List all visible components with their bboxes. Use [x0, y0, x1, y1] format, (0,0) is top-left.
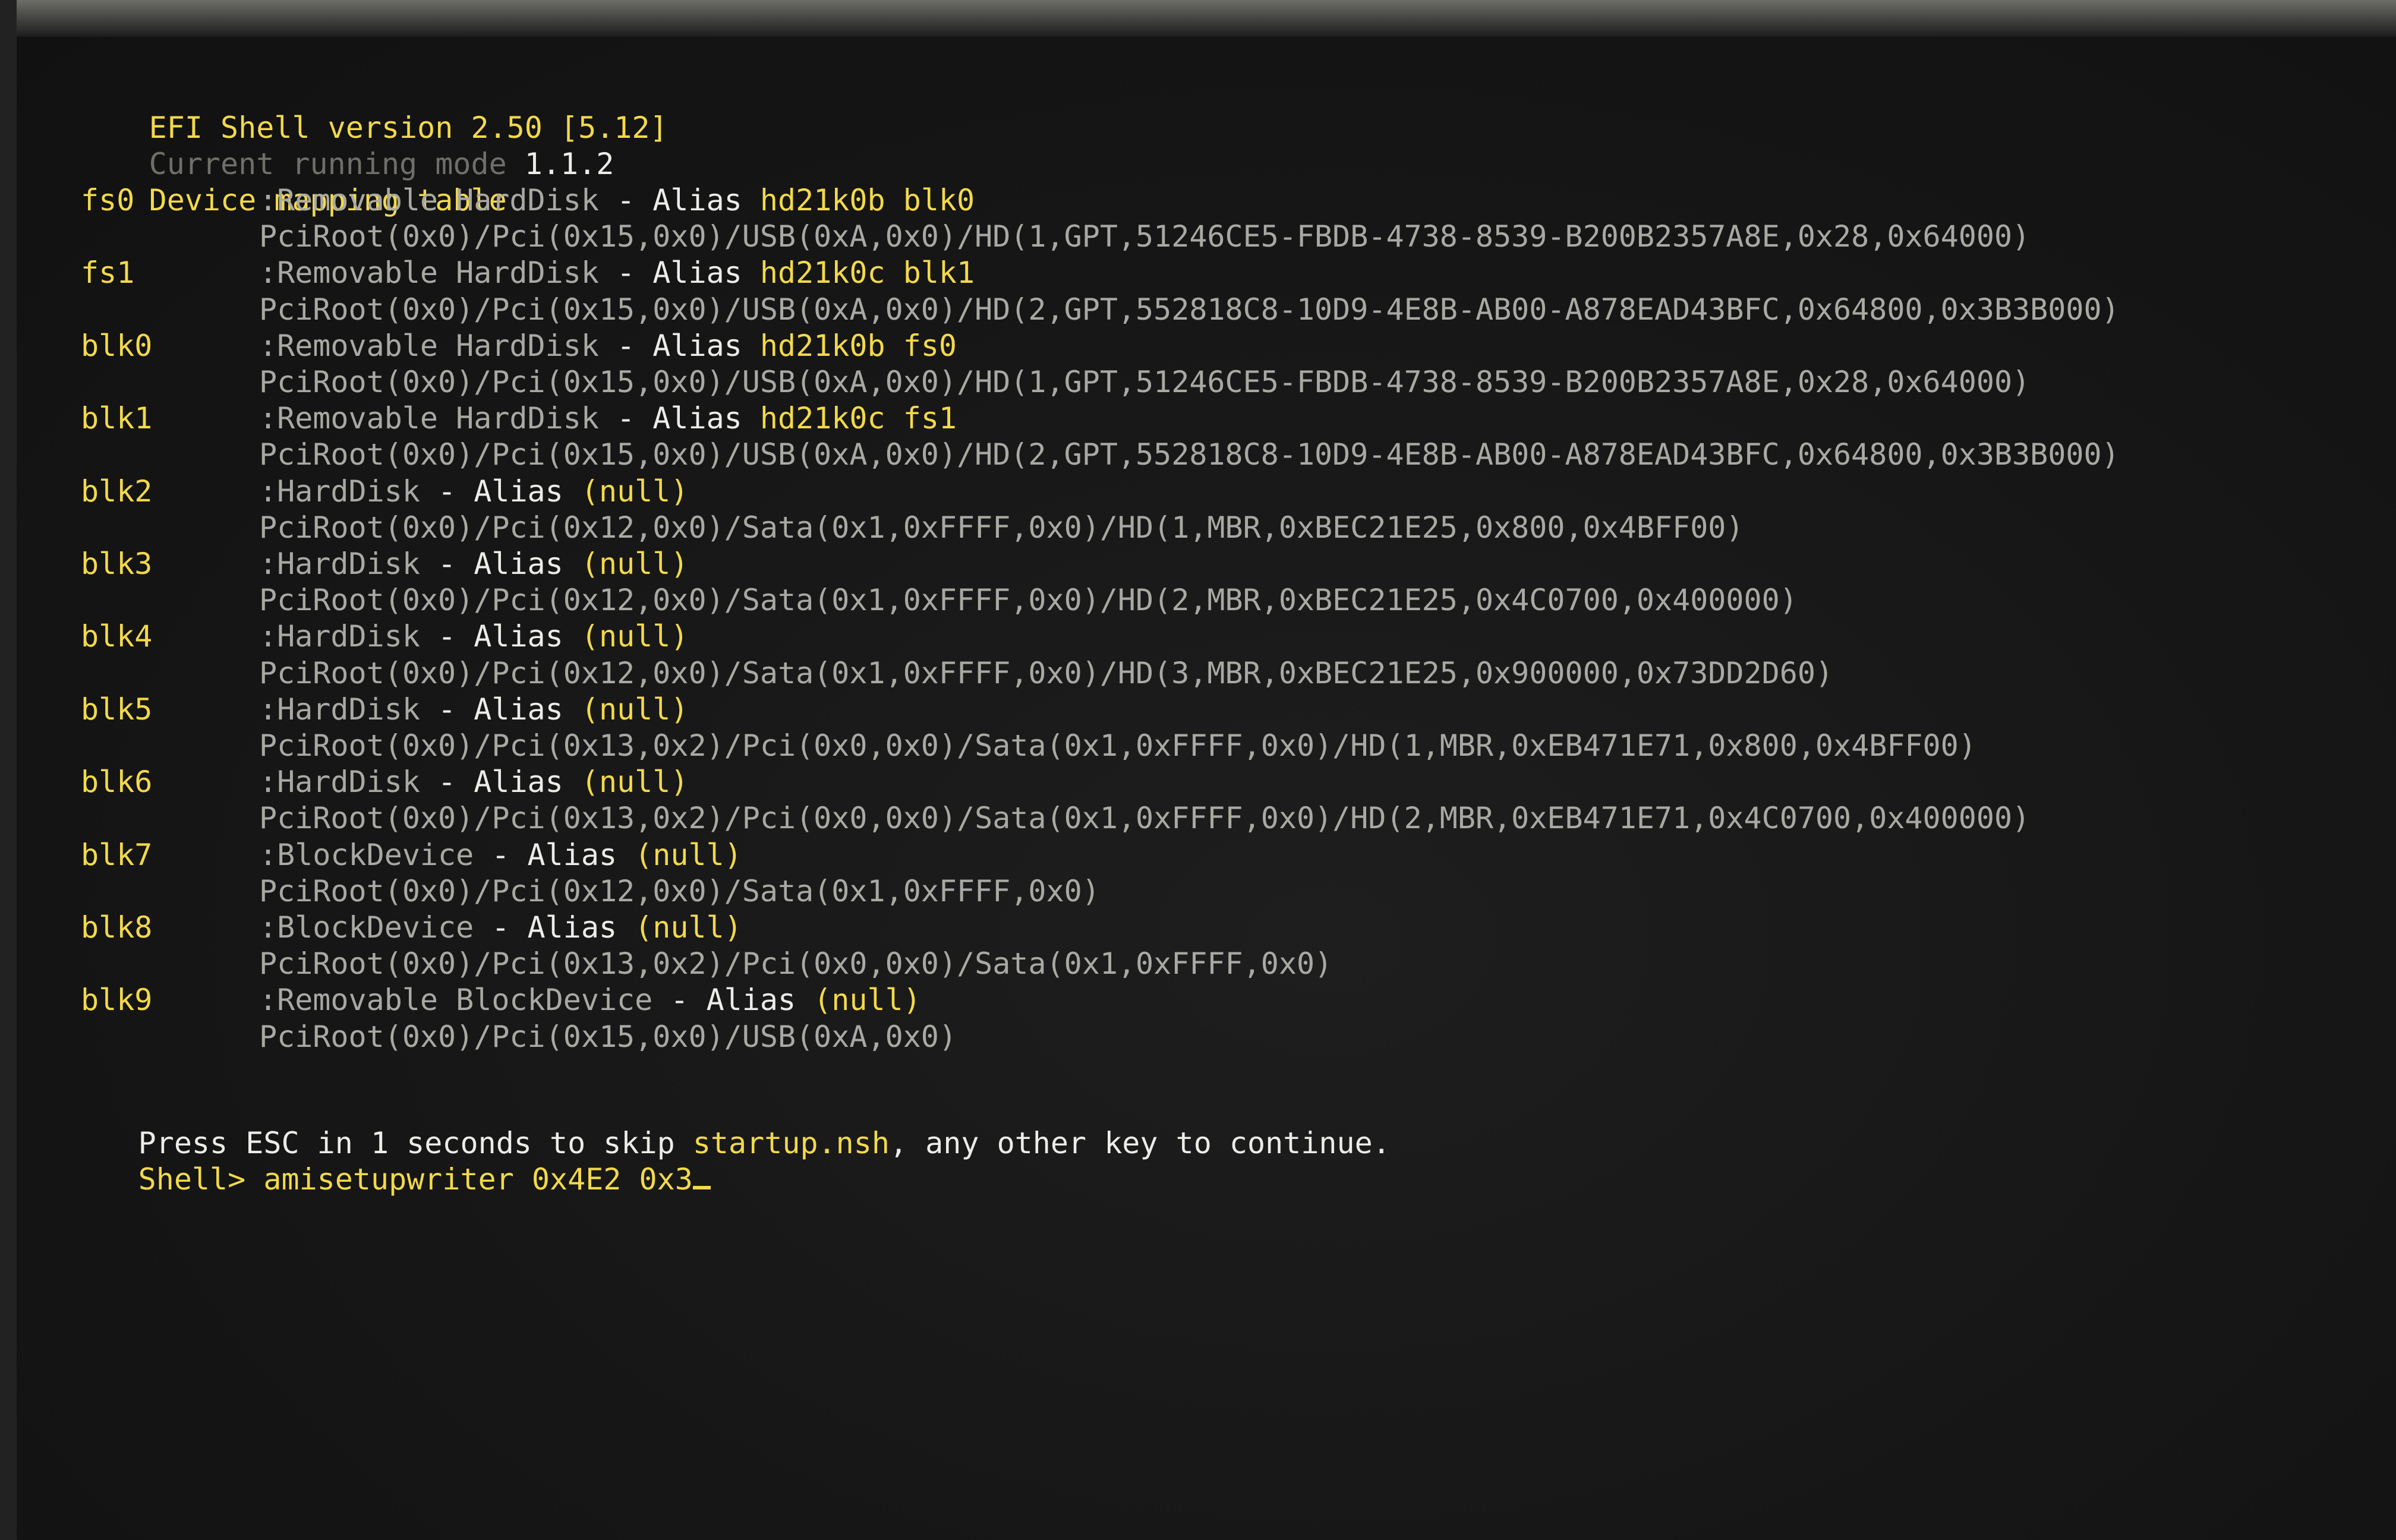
- device-alias-value: (null): [581, 619, 689, 654]
- device-name: blk8: [81, 910, 153, 945]
- device-path-row-fs1: PciRoot(0x0)/Pci(0x15,0x0)/USB(0xA,0x0)/…: [259, 292, 2120, 328]
- device-alias-value: (null): [635, 910, 742, 945]
- device-alias-value: (null): [814, 983, 921, 1018]
- device-type: :Removable HardDisk: [259, 255, 599, 291]
- device-name: fs0: [81, 183, 135, 217]
- device-type: :Removable BlockDevice: [259, 983, 653, 1018]
- device-alias-label: - Alias: [491, 910, 617, 945]
- device-alias-value: (null): [581, 692, 689, 727]
- text-cursor-icon: [692, 1186, 711, 1190]
- device-alias-label: - Alias: [617, 255, 742, 291]
- shell-command-input[interactable]: amisetupwriter 0x4E2 0x3: [263, 1162, 692, 1197]
- startup-continue-text: , any other key to continue.: [889, 1126, 1391, 1161]
- device-type: :Removable HardDisk: [259, 328, 599, 363]
- device-alias-label: - Alias: [438, 619, 563, 654]
- device-type: :Removable HardDisk: [259, 183, 599, 217]
- device-path: PciRoot(0x0)/Pci(0x12,0x0)/Sata(0x1,0xFF…: [259, 583, 1798, 618]
- device-row-blk8: blk8 :BlockDevice - Alias (null): [81, 910, 742, 946]
- device-name: blk3: [81, 547, 153, 581]
- device-path-row-fs0: PciRoot(0x0)/Pci(0x15,0x0)/USB(0xA,0x0)/…: [259, 219, 2030, 255]
- device-alias-label: - Alias: [438, 692, 563, 727]
- device-path: PciRoot(0x0)/Pci(0x15,0x0)/USB(0xA,0x0)/…: [259, 292, 2120, 327]
- device-type: :HardDisk: [259, 547, 420, 581]
- device-type: :BlockDevice: [259, 837, 474, 872]
- device-path-row-blk8: PciRoot(0x0)/Pci(0x13,0x2)/Pci(0x0,0x0)/…: [259, 946, 1332, 982]
- device-path-row-blk9: PciRoot(0x0)/Pci(0x15,0x0)/USB(0xA,0x0): [259, 1019, 957, 1055]
- device-alias-label: - Alias: [617, 183, 742, 217]
- device-path: PciRoot(0x0)/Pci(0x15,0x0)/USB(0xA,0x0)/…: [259, 365, 2031, 399]
- shell-version-line: EFI Shell version 2.50 [5.12]: [42, 74, 668, 145]
- device-alias-label: - Alias: [617, 328, 742, 363]
- device-row-blk4: blk4 :HardDisk - Alias (null): [81, 618, 689, 655]
- device-alias-label: - Alias: [670, 983, 796, 1018]
- device-alias-value: hd21k0b blk0: [759, 183, 975, 217]
- device-alias-value: (null): [581, 765, 689, 800]
- device-name: blk6: [81, 765, 153, 800]
- device-path: PciRoot(0x0)/Pci(0x15,0x0)/USB(0xA,0x0)/…: [259, 437, 2120, 472]
- device-type: :HardDisk: [259, 692, 420, 727]
- startup-nsh-file: startup.nsh: [692, 1126, 890, 1161]
- device-name: blk7: [81, 837, 153, 872]
- device-name: blk2: [81, 474, 153, 509]
- device-row-blk9: blk9 :Removable BlockDevice - Alias (null…: [81, 982, 921, 1018]
- device-alias-value: (null): [581, 474, 689, 509]
- device-path: PciRoot(0x0)/Pci(0x12,0x0)/Sata(0x1,0xFF…: [259, 873, 1100, 908]
- device-row-fs0: fs0 :Removable HardDisk - Alias hd21k0b b…: [81, 182, 975, 219]
- device-type: :HardDisk: [259, 474, 420, 509]
- efi-shell-terminal[interactable]: EFI Shell version 2.50 [5.12] Current ru…: [17, 37, 2396, 1540]
- device-row-blk0: blk0 :Removable HardDisk - Alias hd21k0b …: [81, 328, 957, 364]
- device-type: :HardDisk: [259, 619, 420, 654]
- device-path: PciRoot(0x0)/Pci(0x12,0x0)/Sata(0x1,0xFF…: [259, 510, 1744, 545]
- device-path: PciRoot(0x0)/Pci(0x13,0x2)/Pci(0x0,0x0)/…: [259, 801, 2031, 836]
- device-path: PciRoot(0x0)/Pci(0x13,0x2)/Pci(0x0,0x0)/…: [259, 946, 1333, 982]
- device-row-blk1: blk1 :Removable HardDisk - Alias hd21k0c …: [81, 400, 957, 437]
- device-path: PciRoot(0x0)/Pci(0x15,0x0)/USB(0xA,0x0)/…: [259, 219, 2031, 254]
- monitor-screen: EFI Shell version 2.50 [5.12] Current ru…: [17, 37, 2396, 1540]
- device-alias-value: (null): [635, 837, 742, 872]
- device-path-row-blk0: PciRoot(0x0)/Pci(0x15,0x0)/USB(0xA,0x0)/…: [259, 364, 2030, 400]
- device-path-row-blk7: PciRoot(0x0)/Pci(0x12,0x0)/Sata(0x1,0xFF…: [259, 873, 1100, 910]
- device-row-blk2: blk2 :HardDisk - Alias (null): [81, 474, 689, 510]
- device-table-title-line: Device mapping table: [42, 146, 507, 217]
- device-alias-label: - Alias: [617, 401, 742, 436]
- device-alias-label: - Alias: [438, 474, 563, 509]
- device-path: PciRoot(0x0)/Pci(0x13,0x2)/Pci(0x0,0x0)/…: [259, 728, 1976, 763]
- device-path: PciRoot(0x0)/Pci(0x15,0x0)/USB(0xA,0x0): [259, 1019, 957, 1054]
- device-name: blk1: [81, 401, 153, 436]
- device-row-blk7: blk7 :BlockDevice - Alias (null): [81, 837, 742, 873]
- device-name: fs1: [81, 255, 135, 291]
- device-row-blk3: blk3 :HardDisk - Alias (null): [81, 546, 689, 582]
- device-path-row-blk3: PciRoot(0x0)/Pci(0x12,0x0)/Sata(0x1,0xFF…: [259, 582, 1798, 618]
- device-alias-value: hd21k0c fs1: [759, 401, 957, 436]
- device-path-row-blk4: PciRoot(0x0)/Pci(0x12,0x0)/Sata(0x1,0xFF…: [259, 655, 1833, 692]
- monitor-bezel-left: [0, 0, 17, 1540]
- device-name: blk4: [81, 619, 153, 654]
- device-path: PciRoot(0x0)/Pci(0x12,0x0)/Sata(0x1,0xFF…: [259, 655, 1834, 690]
- running-mode-value: 1.1.2: [524, 147, 614, 182]
- monitor-bezel-top: [0, 0, 2396, 37]
- shell-prompt-line[interactable]: Shell> amisetupwriter 0x4E2 0x3: [31, 1125, 711, 1197]
- device-type: :HardDisk: [259, 765, 420, 800]
- device-name: blk5: [81, 692, 153, 727]
- device-path-row-blk2: PciRoot(0x0)/Pci(0x12,0x0)/Sata(0x1,0xFF…: [259, 510, 1744, 546]
- device-row-fs1: fs1 :Removable HardDisk - Alias hd21k0c b…: [81, 255, 975, 291]
- startup-prompt-line: Press ESC in 1 seconds to skip startup.n…: [31, 1089, 1391, 1160]
- device-path-row-blk6: PciRoot(0x0)/Pci(0x13,0x2)/Pci(0x0,0x0)/…: [259, 800, 2030, 837]
- device-row-blk6: blk6 :HardDisk - Alias (null): [81, 764, 689, 800]
- device-alias-label: - Alias: [491, 837, 617, 872]
- device-type: :BlockDevice: [259, 910, 474, 945]
- device-alias-label: - Alias: [438, 547, 563, 581]
- device-alias-value: hd21k0b fs0: [759, 328, 957, 363]
- device-alias-value: (null): [581, 547, 689, 581]
- device-name: blk9: [81, 983, 153, 1018]
- device-alias-label: - Alias: [438, 765, 563, 800]
- device-path-row-blk5: PciRoot(0x0)/Pci(0x13,0x2)/Pci(0x0,0x0)/…: [259, 728, 1976, 764]
- shell-prompt-label: Shell>: [138, 1162, 246, 1197]
- device-path-row-blk1: PciRoot(0x0)/Pci(0x15,0x0)/USB(0xA,0x0)/…: [259, 437, 2120, 473]
- device-type: :Removable HardDisk: [259, 401, 599, 436]
- device-row-blk5: blk5 :HardDisk - Alias (null): [81, 692, 689, 728]
- device-name: blk0: [81, 328, 153, 363]
- running-mode-line: Current running mode 1.1.2: [42, 110, 614, 181]
- device-alias-value: hd21k0c blk1: [759, 255, 975, 291]
